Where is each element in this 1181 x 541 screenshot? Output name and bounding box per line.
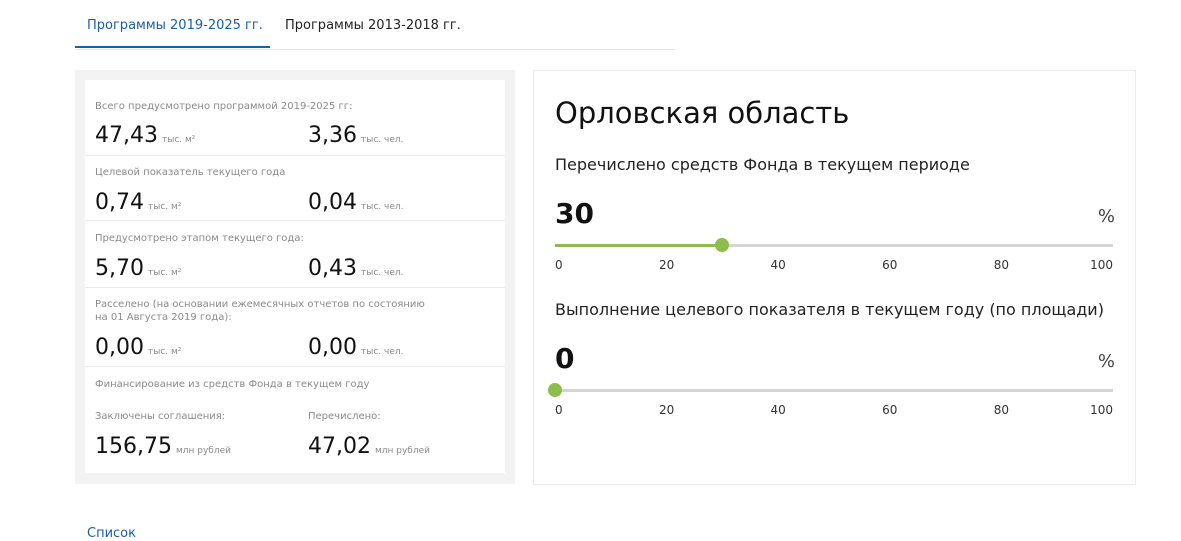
tab-programs-2013-2018[interactable]: Программы 2013-2018 гг. (285, 18, 461, 33)
stat-value-target-people: 0,04 тыс. чел. (308, 190, 404, 215)
stat-value-resettled-area: 0,00 тыс. м² (95, 335, 182, 360)
stat-label-financing: Финансирование из средств Фонда в текуще… (95, 379, 370, 390)
target-slider-handle[interactable] (548, 383, 562, 397)
stat-value-transferred: 47,02 млн рублей (308, 434, 430, 459)
funds-scale-tick-80: 80 (993, 258, 1010, 272)
stat-value-stage-people: 0,43 тыс. чел. (308, 256, 404, 281)
agreements-label: Заключены соглашения: (95, 411, 226, 422)
stat-section-financing: Финансирование из средств Фонда в текуще… (85, 366, 505, 473)
funds-slider-scale: 0 20 40 60 80 100 (555, 258, 1113, 272)
funds-scale-tick-60: 60 (882, 258, 898, 272)
funds-slider-track[interactable] (555, 238, 1113, 252)
metric-funds-label: Перечислено средств Фонда в текущем пери… (555, 155, 970, 174)
transferred-label: Перечислено: (308, 411, 381, 422)
metric-funds-value: 30 (555, 197, 594, 230)
metric-target-unit: % (1097, 351, 1115, 372)
funds-scale-tick-100: 100 (1090, 258, 1113, 272)
funds-slider-handle[interactable] (715, 238, 730, 252)
stat-value-agreements: 156,75 млн рублей (95, 434, 231, 459)
stat-section-resettled: Расселено (на основании ежемесячных отче… (85, 287, 505, 367)
stat-section-stage: Предусмотрено этапом текущего года: 5,70… (85, 220, 505, 288)
target-scale-tick-0: 0 (555, 403, 563, 417)
target-scale-tick-100: 100 (1090, 403, 1113, 417)
metric-target-value: 0 (555, 342, 575, 375)
stat-value-stage-area: 5,70 тыс. м² (95, 256, 182, 281)
target-scale-tick-80: 80 (993, 403, 1010, 417)
stat-label-target: Целевой показатель текущего года (95, 167, 286, 178)
funds-scale-tick-40: 40 (770, 258, 786, 272)
funds-scale-tick-20: 20 (658, 258, 675, 272)
funds-slider-fill (555, 244, 723, 247)
tab-programs-2019-2025[interactable]: Программы 2019-2025 гг. (87, 18, 263, 33)
stats-panel: Всего предусмотрено программой 2019-2025… (75, 70, 515, 484)
program-tabs: Программы 2019-2025 гг. Программы 2013-2… (75, 0, 675, 50)
region-panel: Орловская область Перечислено средств Фо… (533, 70, 1136, 485)
target-scale-tick-40: 40 (770, 403, 786, 417)
metric-target-label: Выполнение целевого показателя в текущем… (555, 300, 1104, 319)
target-slider-track[interactable] (548, 383, 1113, 397)
stat-value-target-area: 0,74 тыс. м² (95, 190, 182, 215)
active-tab-indicator (75, 46, 270, 48)
stat-value-resettled-people: 0,00 тыс. чел. (308, 335, 404, 360)
stat-value-total-people: 3,36 тыс. чел. (308, 123, 404, 148)
stat-label-total: Всего предусмотрено программой 2019-2025… (95, 101, 353, 112)
stat-section-target: Целевой показатель текущего года 0,74 тыс… (85, 155, 505, 221)
metric-funds-unit: % (1097, 206, 1115, 227)
stat-label-stage: Предусмотрено этапом текущего года: (95, 233, 304, 244)
target-scale-tick-20: 20 (658, 403, 675, 417)
stat-section-total: Всего предусмотрено программой 2019-2025… (85, 80, 505, 156)
list-link[interactable]: Список (87, 526, 136, 541)
region-title: Орловская область (555, 96, 850, 130)
stats-card: Всего предусмотрено программой 2019-2025… (85, 80, 505, 473)
target-slider-scale: 0 20 40 60 80 100 (555, 403, 1113, 417)
target-scale-tick-60: 60 (882, 403, 898, 417)
stat-value-total-area: 47,43 тыс. м² (95, 123, 196, 148)
funds-scale-tick-0: 0 (555, 258, 563, 272)
stat-label-resettled: Расселено (на основании ежемесячных отче… (95, 299, 425, 323)
